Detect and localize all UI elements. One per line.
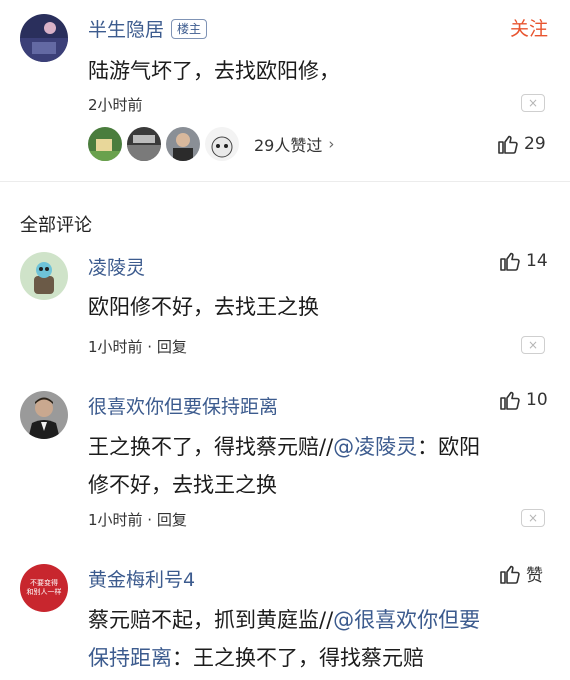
comment-text-part: ：王之换不了，得找蔡元赔: [172, 646, 424, 670]
comment-text-part: 王之换不了，得找蔡元赔//: [88, 435, 334, 459]
thumbs-up-icon: [500, 391, 520, 410]
comment-text: 蔡元赔不起，抓到黄庭监//@很喜欢你但要 保持距离：王之换不了，得找蔡元赔: [88, 601, 538, 677]
comment-like-button[interactable]: 赞: [498, 561, 543, 586]
close-icon: ×: [527, 511, 539, 525]
commenter-avatar-image: [20, 252, 68, 300]
comment-text-line: 王之换不了，得找蔡元赔//@凌陵灵：欧阳: [88, 428, 528, 466]
likers-count: 29人赞过: [254, 136, 323, 155]
dismiss-comment-button[interactable]: ×: [521, 509, 545, 527]
commenter-username[interactable]: 黄金梅利号4: [88, 565, 195, 592]
original-post: 半生隐居 楼主 关注 陆游气坏了，去找欧阳修， 2小时前 × 29人赞过 › 2…: [0, 0, 570, 178]
commenter-username[interactable]: 很喜欢你但要保持距离: [88, 392, 278, 419]
dismiss-comment-button[interactable]: ×: [521, 336, 545, 354]
comment-text-line: 保持距离：王之换不了，得找蔡元赔: [88, 639, 538, 677]
liker-avatar: [166, 127, 200, 161]
post-time: 2小时前: [88, 96, 143, 114]
liker-avatar: [205, 127, 239, 161]
post-like-button[interactable]: 29: [496, 132, 546, 156]
commenter-avatar[interactable]: [20, 252, 68, 300]
comment-like-label: 赞: [526, 566, 543, 586]
comment-text: 王之换不了，得找蔡元赔//@凌陵灵：欧阳 修不好，去找王之换: [88, 428, 528, 504]
comment-like-count: 14: [526, 251, 548, 271]
close-icon: ×: [527, 96, 539, 110]
comment-text-line: 修不好，去找王之换: [88, 473, 277, 497]
thumbs-up-icon: [500, 565, 520, 584]
op-badge: 楼主: [171, 19, 208, 39]
comment-text-line: 蔡元赔不起，抓到黄庭监//@很喜欢你但要: [88, 601, 538, 639]
mention-link[interactable]: 保持距离: [88, 646, 172, 670]
liker-avatar: [88, 127, 122, 161]
mention-link[interactable]: @凌陵灵: [333, 435, 417, 459]
dismiss-post-button[interactable]: ×: [521, 94, 545, 112]
poster-username[interactable]: 半生隐居: [88, 15, 164, 42]
thumbs-up-icon: [500, 252, 520, 271]
poster-avatar[interactable]: [20, 14, 68, 62]
liker-avatar: [127, 127, 161, 161]
post-text: 陆游气坏了，去找欧阳修，: [88, 59, 340, 83]
chevron-right-icon: ›: [328, 135, 335, 153]
comment-like-count: 10: [526, 390, 548, 410]
avatar-text: 和别人一样: [26, 588, 62, 596]
commenter-username[interactable]: 凌陵灵: [88, 253, 145, 280]
comment-like-button[interactable]: 10: [498, 388, 548, 412]
commenter-avatar[interactable]: [20, 391, 68, 439]
poster-avatar-image: [20, 14, 68, 62]
section-divider: [0, 181, 570, 182]
post-like-count: 29: [524, 134, 546, 154]
section-title: 全部评论: [20, 215, 92, 236]
comment-like-button[interactable]: 14: [498, 249, 548, 273]
comment-text-part: ：欧阳: [417, 435, 481, 459]
comment-text: 欧阳修不好，去找王之换: [88, 295, 319, 319]
close-icon: ×: [527, 338, 539, 352]
comment-meta[interactable]: 1小时前 · 回复: [88, 509, 187, 530]
mention-link[interactable]: @很喜欢你但要: [333, 608, 480, 632]
comment-text-part: 蔡元赔不起，抓到黄庭监//: [88, 608, 334, 632]
follow-button[interactable]: 关注: [510, 14, 548, 41]
commenter-avatar-image: [20, 391, 68, 439]
avatar-text: 不要变得: [30, 579, 58, 587]
commenter-avatar[interactable]: 不要变得 和别人一样: [20, 564, 68, 612]
thumbs-up-icon: [498, 135, 518, 154]
likers-row[interactable]: 29人赞过 ›: [88, 127, 334, 161]
comment-meta[interactable]: 1小时前 · 回复: [88, 336, 187, 357]
